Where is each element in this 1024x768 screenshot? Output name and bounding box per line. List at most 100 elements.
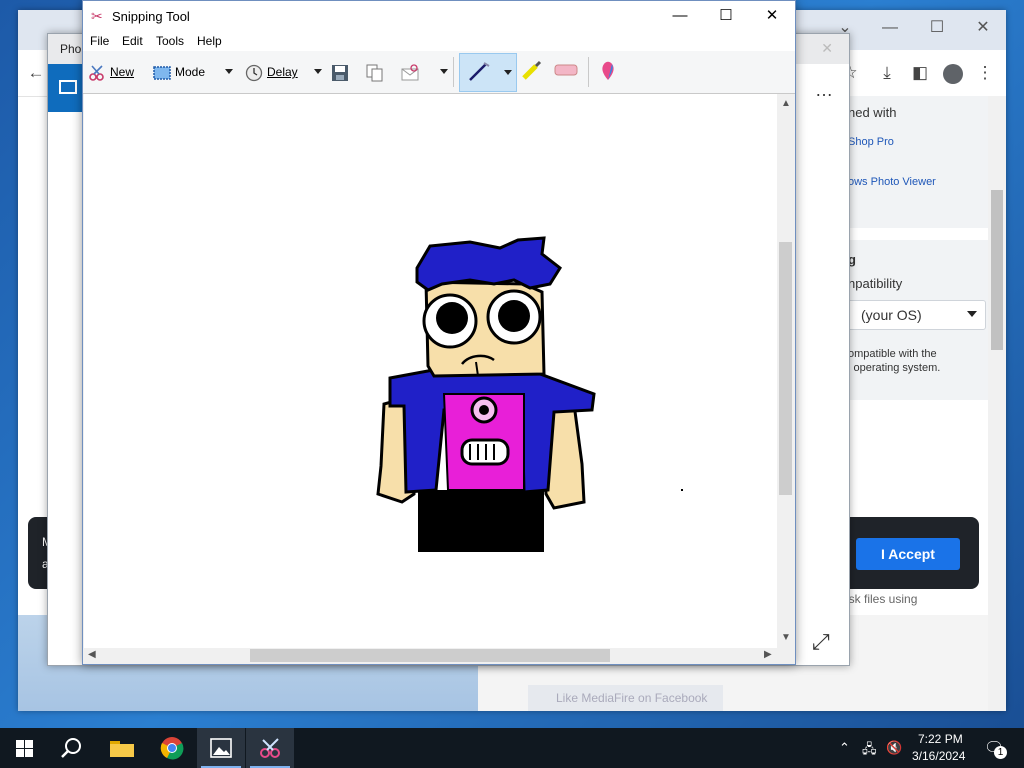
scissors-icon: ✂	[91, 8, 103, 24]
character-drawing	[376, 236, 683, 552]
compatibility-label: npatibility	[848, 276, 903, 291]
chrome-minimize-button[interactable]: —	[873, 16, 907, 40]
new-snip-button[interactable]: New	[88, 61, 134, 83]
volume-muted-icon[interactable]: 🔇	[886, 740, 902, 756]
facebook-like-box[interactable]: Like MediaFire on Facebook	[528, 685, 723, 711]
menu-help[interactable]: Help	[197, 34, 222, 48]
search-icon	[61, 738, 81, 758]
scroll-up-icon[interactable]: ▲	[781, 98, 791, 109]
close-button[interactable]: ✕	[749, 1, 795, 31]
menu-file[interactable]: File	[90, 34, 109, 48]
stray-dot	[681, 489, 683, 491]
network-icon[interactable]: 🖧	[862, 740, 877, 762]
pen-dropdown-icon[interactable]	[504, 70, 512, 75]
copy-button[interactable]	[366, 61, 388, 83]
snip-toolbar: New Mode Delay	[83, 51, 795, 94]
send-email-icon	[401, 64, 419, 81]
send-dropdown-icon[interactable]	[440, 69, 448, 74]
send-snip-button[interactable]	[401, 61, 423, 83]
photos-close-icon[interactable]: ✕	[821, 40, 833, 57]
search-button[interactable]	[48, 728, 96, 768]
mode-dropdown-icon[interactable]	[225, 69, 233, 74]
photos-tab-label[interactable]: Pho	[60, 42, 81, 56]
mode-label: Mode	[175, 65, 206, 79]
cookie-banner-right: I Accept	[844, 517, 979, 589]
compat-note-2: l operating system.	[848, 362, 941, 374]
shirt-pupil	[479, 405, 489, 415]
snip-title-bar: ✂ Snipping Tool — ☐ ✕	[83, 1, 795, 31]
chrome-scroll-thumb[interactable]	[991, 190, 1003, 350]
compat-note-1: ompatible with the	[848, 348, 937, 360]
more-options-icon[interactable]: …	[815, 80, 834, 101]
pants	[418, 490, 544, 552]
vertical-scroll-thumb[interactable]	[779, 242, 792, 495]
delay-label: Delay	[267, 65, 298, 79]
profile-avatar[interactable]	[943, 64, 963, 84]
file-explorer-button[interactable]	[98, 728, 146, 768]
tray-chevron-icon[interactable]: ⌃	[839, 740, 850, 756]
eraser-button[interactable]	[553, 59, 579, 81]
mode-button[interactable]: Mode	[153, 61, 205, 83]
taskbar: ⌃ 🖧 🔇 7:22 PM 3/16/2024 🗨 1	[0, 728, 1024, 768]
photos-taskbar-button[interactable]	[197, 728, 245, 768]
snip-canvas[interactable]	[84, 94, 778, 648]
vertical-scrollbar[interactable]: ▲ ▼	[777, 94, 794, 648]
chevron-down-icon	[967, 311, 977, 317]
hair	[415, 236, 562, 292]
horizontal-scroll-thumb[interactable]	[250, 649, 610, 662]
window-title: Snipping Tool	[112, 9, 190, 24]
toolbar-separator-2	[588, 57, 589, 87]
snipping-taskbar-button[interactable]	[246, 728, 294, 768]
clock-time[interactable]: 7:22 PM	[918, 732, 963, 746]
chrome-taskbar-button[interactable]	[148, 728, 196, 768]
scroll-right-icon[interactable]: ▶	[764, 649, 772, 660]
photo-viewer-link[interactable]: ows Photo Viewer	[848, 176, 936, 188]
expand-icon[interactable]: ⤢	[812, 629, 830, 655]
chrome-close-button[interactable]: ✕	[966, 16, 1000, 40]
delay-button[interactable]: Delay	[245, 61, 298, 83]
new-scissors-icon	[89, 65, 104, 81]
opened-with-label: ned with	[848, 105, 897, 120]
folder-icon	[110, 741, 134, 757]
clock-date[interactable]: 3/16/2024	[912, 749, 965, 763]
download-icon[interactable]: ⤓	[875, 62, 899, 84]
photos-app-icon	[48, 64, 86, 112]
accept-cookies-button[interactable]: I Accept	[856, 538, 960, 570]
right-pupil	[498, 300, 530, 332]
scroll-left-icon[interactable]: ◀	[88, 649, 96, 660]
back-arrow-icon[interactable]: ←	[24, 62, 48, 84]
os-select[interactable]: (your OS)	[830, 300, 986, 330]
scroll-down-icon[interactable]: ▼	[781, 632, 791, 643]
minimize-button[interactable]: —	[657, 1, 703, 31]
save-icon	[332, 64, 348, 81]
paint3d-icon	[602, 61, 614, 80]
chrome-icon	[160, 737, 184, 760]
opened-with-card: ned with Shop Pro ows Photo Viewer	[828, 96, 988, 228]
notification-badge: 1	[994, 746, 1007, 759]
snipping-tool-window[interactable]: ✂ Snipping Tool — ☐ ✕ File Edit Tools He…	[82, 0, 796, 665]
menu-edit[interactable]: Edit	[122, 34, 143, 48]
start-button[interactable]	[0, 728, 48, 768]
chrome-vertical-scrollbar[interactable]	[988, 96, 1006, 711]
clock-icon	[245, 64, 263, 81]
os-select-value: (your OS)	[861, 307, 922, 323]
menu-bar: File Edit Tools Help	[83, 31, 795, 51]
compatibility-card: g npatibility (your OS) ompatible with t…	[828, 240, 988, 400]
horizontal-scrollbar[interactable]: ◀ ▶	[84, 648, 778, 663]
maximize-button[interactable]: ☐	[703, 1, 749, 31]
shop-pro-link[interactable]: Shop Pro	[848, 136, 894, 148]
chrome-menu-icon[interactable]: ⋮	[973, 62, 997, 84]
pen-tool-selected[interactable]	[459, 53, 517, 92]
pen-icon	[469, 62, 490, 81]
highlighter-button[interactable]	[521, 59, 543, 81]
delay-dropdown-icon[interactable]	[314, 69, 322, 74]
menu-tools[interactable]: Tools	[156, 34, 184, 48]
photos-icon	[210, 738, 232, 758]
chrome-maximize-button[interactable]: ☐	[920, 16, 954, 40]
side-panel-icon[interactable]: ◧	[908, 62, 932, 84]
highlighter-icon	[522, 60, 542, 80]
toolbar-separator	[453, 57, 454, 87]
paint3d-button[interactable]	[598, 59, 618, 81]
windows-logo-icon	[16, 740, 33, 757]
save-button[interactable]	[331, 61, 353, 83]
